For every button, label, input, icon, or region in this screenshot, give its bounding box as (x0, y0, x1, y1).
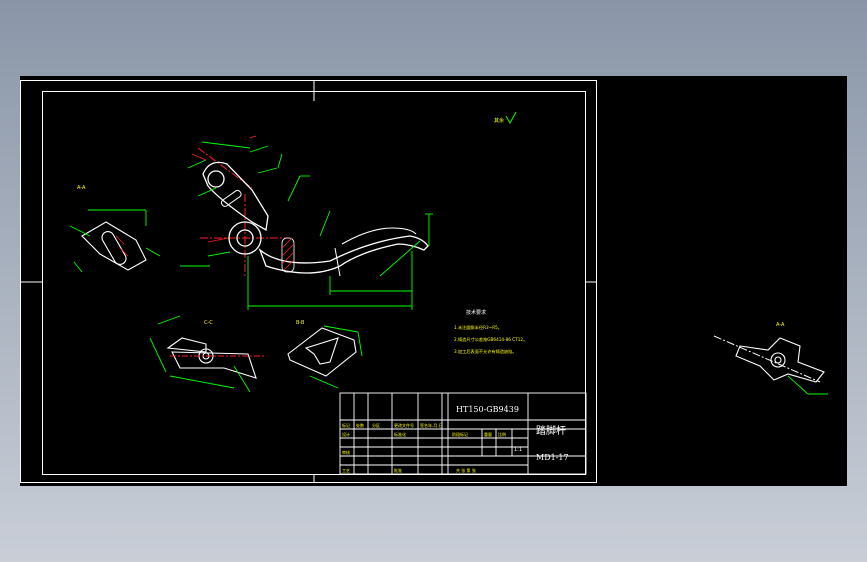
sheet-outer-border (20, 80, 597, 483)
tb-r4-c3: 批准 (394, 467, 402, 473)
tech-notes: 技术要求 1.未注圆角半径R3~R5。 2.铸造尺寸公差按GB6414-86 C… (454, 309, 527, 355)
upper-slot (220, 189, 242, 207)
tb-r1-c5: 签名 (420, 422, 428, 428)
main-view (180, 135, 433, 310)
cad-drawing-canvas[interactable]: 技术要求 1.未注圆角半径R3~R5。 2.铸造尺寸公差按GB6414-86 C… (20, 76, 847, 486)
title-part-name: 踏脚杆 (536, 424, 566, 437)
tb-r4-c5: 共 张 第 张 (456, 467, 476, 473)
tb-r3-c1: 审核 (342, 449, 350, 455)
side-centerline (713, 335, 821, 383)
section-view-b (287, 325, 363, 389)
tb-r2-c3: 标准化 (394, 431, 406, 437)
section-view-bottom-left (149, 315, 264, 393)
title-scale: 1:1 (514, 447, 522, 453)
tb-r2-c7: 比例 (498, 431, 506, 437)
pedal-arm-outline (258, 235, 429, 274)
tb-r1-c4: 更改文件号 (394, 422, 414, 428)
drawing-svg: 技术要求 1.未注圆角半径R3~R5。 2.铸造尺寸公差按GB6414-86 C… (20, 80, 828, 483)
tb-r2-c5: 阶段标记 (452, 431, 468, 437)
sheet-inner-frame (42, 91, 586, 475)
roughness-check-icon (505, 111, 517, 125)
tb-r1-c6: 年.月.日 (428, 422, 443, 428)
main-dimensions (180, 141, 433, 310)
tech-note-1: 1.未注圆角半径R3~R5。 (454, 324, 502, 331)
section-view-left (69, 209, 161, 273)
tech-note-2: 2.铸造尺寸公差按GB6414-86 CT12。 (454, 336, 527, 343)
upper-hole (207, 170, 225, 188)
side-detail-label: A-A (776, 322, 785, 328)
arm-section-hatch (281, 237, 295, 273)
label-left-view: A-A (77, 185, 86, 191)
tb-r1-c1: 标记 (342, 422, 350, 428)
label-bottom-view: C-C (204, 320, 213, 326)
label-b-view: B-B (296, 320, 305, 326)
tb-r1-c3: 分区 (372, 422, 380, 428)
pedal-arm-step (334, 247, 341, 277)
tb-r1-c2: 处数 (356, 422, 364, 428)
title-block: HT150-GB9439 踏脚杆 MD1-17 1:1 标记 处数 分区 更改文… (339, 392, 587, 475)
tb-r4-c1: 工艺 (342, 468, 350, 473)
tech-note-3: 3.加工后表面不允许有铸造缺陷。 (454, 348, 517, 355)
tech-notes-title: 技术要求 (466, 309, 486, 316)
left-section-hatch (115, 235, 129, 257)
roughness-label: 其余 (494, 117, 504, 124)
red-leaders (191, 135, 257, 243)
tb-r2-c6: 重量 (484, 431, 492, 437)
title-drawing-number: MD1-17 (536, 453, 569, 462)
tb-r2-c1: 设计 (342, 431, 350, 437)
title-material: HT150-GB9439 (456, 405, 519, 414)
roughness-symbol-group (505, 111, 517, 125)
side-detail-view: A-A (713, 322, 828, 395)
